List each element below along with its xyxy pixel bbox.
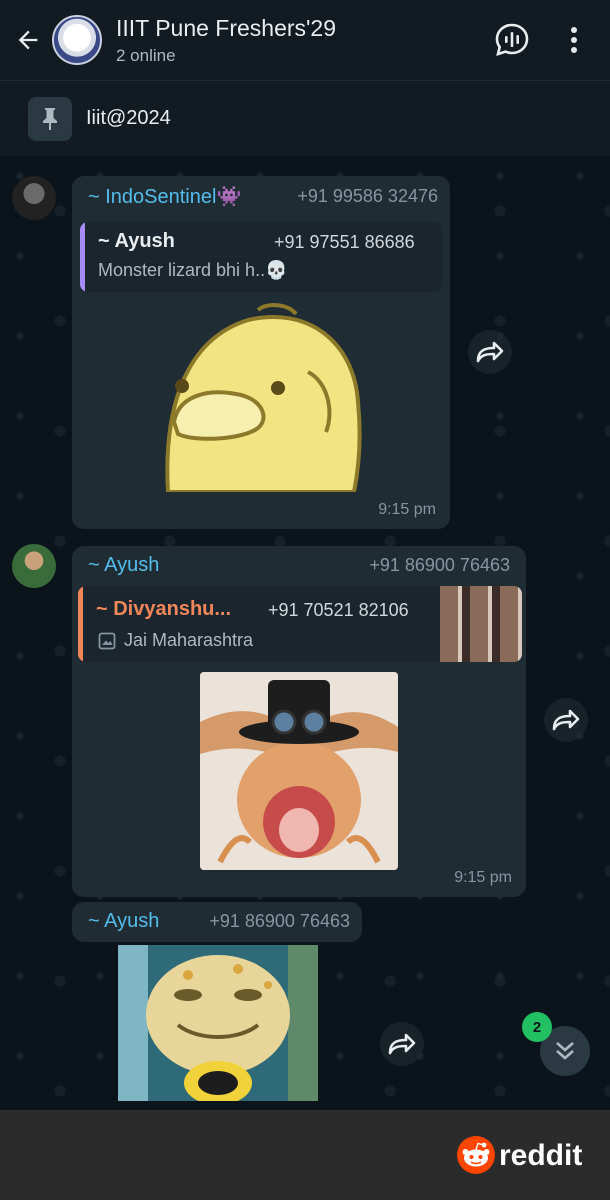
forward-button[interactable]: [468, 330, 512, 374]
message-time: 9:15 pm: [454, 869, 512, 886]
sender-phone: +91 86900 76463: [369, 555, 510, 575]
reddit-wordmark: reddit: [499, 1139, 583, 1172]
avatar-indosentinel[interactable]: [12, 176, 56, 220]
message-bubble[interactable]: ~ IndoSentinel👾 +91 99586 32476 ~ Ayush …: [72, 176, 450, 529]
avatar-ayush[interactable]: [12, 544, 56, 588]
sender-name[interactable]: ~ Ayush: [88, 554, 159, 577]
quoted-phone: +91 97551 86686: [274, 232, 415, 252]
duck-sticker-image: [165, 303, 362, 492]
quoted-sender: ~ Ayush: [98, 230, 175, 252]
message-time: 9:15 pm: [378, 501, 436, 518]
quoted-message[interactable]: ~ Ayush +91 97551 86686 Monster lizard b…: [80, 222, 442, 292]
pin-icon: [43, 107, 57, 130]
pin-button[interactable]: [28, 96, 72, 141]
message-bubble[interactable]: ~ Ayush +91 86900 76463 ~ Divyanshu... +…: [72, 546, 526, 897]
gecko-smile-image: [118, 945, 318, 1101]
sender-phone: +91 86900 76463: [209, 911, 350, 931]
forward-button[interactable]: [380, 1022, 424, 1066]
quoted-text: Monster lizard bhi h..💀: [98, 260, 288, 280]
group-avatar[interactable]: [52, 15, 102, 65]
voice-chat-button[interactable]: [490, 18, 534, 62]
unread-count-badge: 2: [522, 1012, 552, 1042]
photo-gecko-smile[interactable]: [118, 945, 318, 1101]
forward-icon: [388, 1033, 416, 1055]
sender-name[interactable]: ~ IndoSentinel👾: [88, 184, 241, 209]
image-icon: [98, 632, 116, 650]
sender-phone: +91 99586 32476: [297, 186, 438, 206]
pinned-message-bar[interactable]: Iiit@2024: [0, 80, 610, 156]
photo-gecko-hat[interactable]: [200, 672, 398, 870]
arrow-left-icon: [18, 30, 38, 50]
forward-icon: [476, 341, 504, 363]
pinned-text: Iiit@2024: [86, 107, 171, 129]
forward-button[interactable]: [544, 698, 588, 742]
reddit-logo-icon: [457, 1136, 495, 1174]
quoted-message[interactable]: ~ Divyanshu... +91 70521 82106 Jai Mahar…: [78, 586, 522, 662]
quoted-thumbnail: [440, 586, 522, 662]
voice-chat-icon: [495, 23, 529, 56]
quoted-sender: ~ Divyanshu...: [96, 598, 232, 620]
gecko-hat-image: [200, 672, 398, 870]
online-status: 2 online: [116, 45, 176, 65]
chat-header: IIIT Pune Freshers'29 2 online: [0, 0, 610, 80]
quoted-text: Jai Maharashtra: [124, 630, 254, 650]
sender-name[interactable]: ~ Ayush: [88, 910, 159, 933]
sticker-duck[interactable]: [158, 302, 368, 492]
message-bubble[interactable]: ~ Ayush +91 86900 76463: [72, 902, 362, 942]
double-chevron-down-icon: [556, 1042, 574, 1060]
chat-area[interactable]: ~ IndoSentinel👾 +91 99586 32476 ~ Ayush …: [0, 156, 610, 1110]
forward-icon: [552, 709, 580, 731]
group-info[interactable]: IIIT Pune Freshers'29 2 online: [116, 15, 490, 66]
quoted-phone: +91 70521 82106: [268, 600, 409, 620]
group-title: IIIT Pune Freshers'29: [116, 14, 337, 41]
back-button[interactable]: [4, 16, 52, 64]
menu-button[interactable]: [552, 18, 596, 62]
more-vertical-icon: [571, 27, 577, 53]
